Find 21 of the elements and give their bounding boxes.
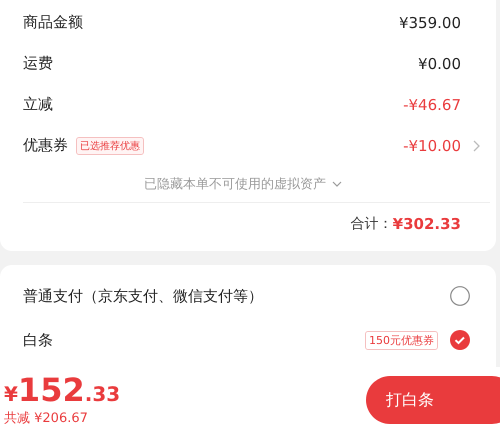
payment-option[interactable]: 白条 (23, 330, 53, 350)
total-label: 合计： (350, 215, 393, 233)
chevron-down-icon[interactable] (332, 181, 342, 187)
row-label: 优惠券 (23, 136, 68, 155)
row-label: 运费 (23, 54, 53, 73)
coupon-badge: 150元优惠券 (365, 330, 438, 350)
amount: -¥46.67 (403, 96, 461, 114)
amount: -¥10.00 (403, 136, 461, 154)
pay-button[interactable]: 打白条 (366, 376, 500, 424)
amount: ¥359.00 (398, 14, 461, 32)
row-label: 商品金额 (23, 13, 83, 32)
radio-icon[interactable] (450, 286, 470, 306)
chevron-icon[interactable] (473, 140, 480, 152)
total-amount: ¥302.33 (392, 215, 461, 233)
payment-option[interactable]: 普通支付（京东支付、微信支付等） (23, 286, 263, 306)
row-label: 立减 (23, 95, 53, 114)
pay-amount: ¥152.33 (4, 373, 120, 409)
amount: ¥0.00 (418, 54, 461, 72)
saved-amount: 共减 ¥206.67 (4, 410, 89, 427)
checked-radio-icon[interactable] (450, 330, 470, 350)
coupon-tag: 已选推荐优惠 (76, 136, 144, 154)
